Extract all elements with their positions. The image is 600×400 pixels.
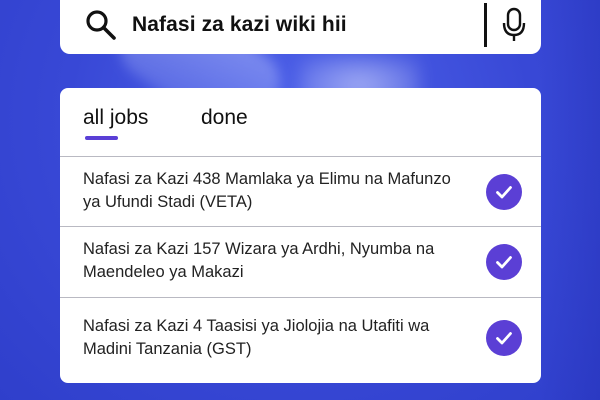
job-title: Nafasi za Kazi 157 Wizara ya Ardhi, Nyum… xyxy=(83,240,435,281)
search-bar[interactable]: Nafasi za kazi wiki hii xyxy=(60,0,541,54)
job-item[interactable]: Nafasi za Kazi 438 Mamlaka ya Elimu na M… xyxy=(60,157,541,227)
check-icon[interactable] xyxy=(486,174,522,210)
check-icon[interactable] xyxy=(486,244,522,280)
search-divider xyxy=(484,3,487,47)
job-item[interactable]: Nafasi za Kazi 157 Wizara ya Ardhi, Nyum… xyxy=(60,228,541,298)
microphone-icon[interactable] xyxy=(501,7,527,43)
search-input[interactable]: Nafasi za kazi wiki hii xyxy=(132,13,484,37)
background-shade xyxy=(540,0,600,400)
check-icon[interactable] xyxy=(486,320,522,356)
tab-all-jobs[interactable]: all jobs xyxy=(83,106,148,130)
job-item[interactable]: Nafasi za Kazi 4 Taasisi ya Jiolojia na … xyxy=(60,299,541,383)
job-title: Nafasi za Kazi 4 Taasisi ya Jiolojia na … xyxy=(83,317,430,358)
job-title: Nafasi za Kazi 438 Mamlaka ya Elimu na M… xyxy=(83,170,451,211)
search-icon[interactable] xyxy=(84,8,118,42)
jobs-card: all jobs done Nafasi za Kazi 438 Mamlaka… xyxy=(60,88,541,383)
tab-done[interactable]: done xyxy=(201,106,248,130)
active-tab-indicator xyxy=(85,136,118,140)
tab-bar: all jobs done xyxy=(60,88,541,157)
